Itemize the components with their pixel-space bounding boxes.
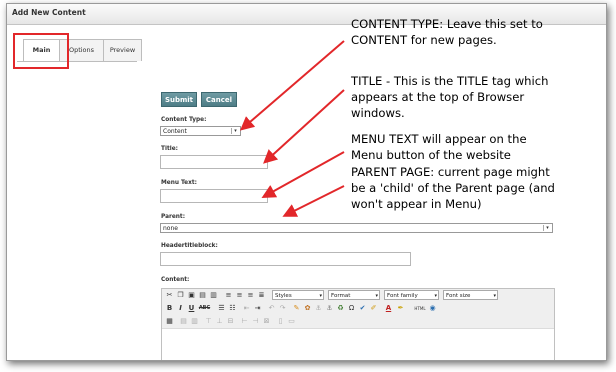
media-icon[interactable]: ♻ bbox=[336, 304, 345, 313]
main-tab-highlight-box bbox=[13, 33, 69, 69]
html-source-icon[interactable]: HTML bbox=[414, 304, 426, 313]
annotation-line: CONTENT for new pages. bbox=[351, 33, 497, 47]
font-size-dropdown[interactable]: Font size ▾ bbox=[443, 290, 498, 300]
chevron-down-icon: ▾ bbox=[375, 293, 378, 299]
window-title: Add New Content bbox=[12, 8, 86, 17]
outdent-icon[interactable]: ⇤ bbox=[242, 304, 251, 313]
image-icon[interactable]: ✿ bbox=[303, 304, 312, 313]
annotation-line: won't appear in Menu) bbox=[351, 197, 482, 211]
editor-toolbar-row-1: ✂ ❐ ▣ ▤ ▥ ≡ ≡ ≡ ≣ Styles ▾ Format ▾ Font f… bbox=[162, 289, 554, 303]
font-size-dropdown-label: Font size bbox=[446, 293, 471, 299]
annotation-line: be a 'child' of the Parent page (and bbox=[351, 181, 555, 195]
menu-text-input[interactable] bbox=[160, 189, 268, 203]
headertitleblock-input[interactable] bbox=[160, 252, 411, 266]
anchor-icon[interactable]: ⚓ bbox=[325, 304, 334, 313]
chevron-down-icon: ▾ bbox=[434, 293, 437, 299]
content-label: Content: bbox=[161, 277, 190, 283]
format-dropdown-label: Format bbox=[331, 293, 351, 299]
rich-text-editor[interactable]: ✂ ❐ ▣ ▤ ▥ ≡ ≡ ≡ ≣ Styles ▾ Format ▾ Font f… bbox=[161, 288, 555, 360]
title-annotation: TITLE - This is the TITLE tag which appe… bbox=[351, 73, 548, 121]
strikethrough-icon[interactable]: ABC bbox=[198, 304, 211, 313]
indent-icon[interactable]: ⇥ bbox=[253, 304, 262, 313]
content-type-label: Content Type: bbox=[161, 117, 207, 123]
bullet-list-icon[interactable]: ☰ bbox=[217, 304, 226, 313]
annotation-line: MENU TEXT will appear on the bbox=[351, 132, 527, 146]
cut-icon[interactable]: ✂ bbox=[165, 291, 174, 300]
annotation-line: appears at the top of Browser bbox=[351, 90, 525, 104]
parent-select[interactable]: none ▾ bbox=[160, 223, 553, 233]
special-char-icon[interactable]: Ω bbox=[347, 304, 356, 313]
redo-icon[interactable]: ↷ bbox=[278, 304, 287, 313]
chevron-down-icon: ▾ bbox=[543, 225, 551, 231]
annotation-line: TITLE - This is the TITLE tag which bbox=[351, 74, 549, 88]
table-icon[interactable]: ▦ bbox=[165, 317, 174, 326]
editor-toolbar-row-2: B I U ABC ☰ ☷ ⇤ ⇥ ↶ ↷ ✎ ✿ ⚓ ⚓ ♻ Ω ✔ ✐ A … bbox=[162, 302, 554, 316]
text-color-icon[interactable]: A bbox=[384, 304, 393, 313]
row-before-icon[interactable]: ⊤ bbox=[204, 317, 213, 326]
menu-text-label: Menu Text: bbox=[161, 180, 197, 186]
title-label: Title: bbox=[161, 146, 178, 152]
align-right-icon[interactable]: ≡ bbox=[246, 291, 255, 300]
table-cell-props-icon[interactable]: ▥ bbox=[190, 317, 199, 326]
chevron-down-icon: ▾ bbox=[231, 128, 239, 134]
parent-label: Parent: bbox=[161, 214, 186, 220]
align-center-icon[interactable]: ≡ bbox=[235, 291, 244, 300]
parent-value: none bbox=[163, 225, 178, 232]
merge-cells-icon[interactable]: ▭ bbox=[287, 317, 296, 326]
split-cells-icon[interactable]: ▯ bbox=[276, 317, 285, 326]
headertitleblock-label: Headertitleblock: bbox=[161, 243, 218, 249]
unlink-icon[interactable]: ⚓ bbox=[314, 304, 323, 313]
font-family-dropdown[interactable]: Font family ▾ bbox=[384, 290, 439, 300]
format-dropdown[interactable]: Format ▾ bbox=[328, 290, 380, 300]
content-type-value: Content bbox=[163, 128, 187, 135]
paste-text-icon[interactable]: ▤ bbox=[198, 291, 207, 300]
styles-dropdown[interactable]: Styles ▾ bbox=[272, 290, 324, 300]
align-left-icon[interactable]: ≡ bbox=[224, 291, 233, 300]
annotation-line: Menu button of the website bbox=[351, 148, 511, 162]
underline-icon[interactable]: U bbox=[187, 304, 196, 313]
styles-dropdown-label: Styles bbox=[275, 293, 292, 299]
align-justify-icon[interactable]: ≣ bbox=[257, 291, 266, 300]
bold-icon[interactable]: B bbox=[165, 304, 174, 313]
copy-icon[interactable]: ❐ bbox=[176, 291, 185, 300]
paste-icon[interactable]: ▣ bbox=[187, 291, 196, 300]
chevron-down-icon: ▾ bbox=[319, 293, 322, 299]
annotation-line: windows. bbox=[351, 106, 405, 120]
cancel-button[interactable]: Cancel bbox=[201, 92, 237, 107]
delete-col-icon[interactable]: ⊠ bbox=[262, 317, 271, 326]
cleanup-icon[interactable]: ✔ bbox=[358, 304, 367, 313]
annotation-line: CONTENT TYPE: Leave this set to bbox=[351, 17, 543, 31]
delete-row-icon[interactable]: ⊟ bbox=[226, 317, 235, 326]
submit-button[interactable]: Submit bbox=[161, 92, 197, 107]
edit-icon[interactable]: ✐ bbox=[369, 304, 378, 313]
help-icon[interactable]: ◉ bbox=[428, 304, 437, 313]
table-row-props-icon[interactable]: ▤ bbox=[179, 317, 188, 326]
link-icon[interactable]: ✎ bbox=[292, 304, 301, 313]
tab-preview[interactable]: Preview bbox=[103, 39, 142, 61]
parent-annotation: PARENT PAGE: current page might be a 'ch… bbox=[351, 164, 555, 212]
paste-word-icon[interactable]: ▥ bbox=[209, 291, 218, 300]
numbered-list-icon[interactable]: ☷ bbox=[228, 304, 237, 313]
col-before-icon[interactable]: ⊢ bbox=[240, 317, 249, 326]
content-type-annotation: CONTENT TYPE: Leave this set to CONTENT … bbox=[351, 16, 543, 48]
italic-icon[interactable]: I bbox=[176, 304, 185, 313]
content-type-select[interactable]: Content ▾ bbox=[160, 126, 241, 136]
editor-toolbar-row-3: ▦ ▤ ▥ ⊤ ⊥ ⊟ ⊢ ⊣ ⊠ ▯ ▭ bbox=[162, 315, 554, 329]
chevron-down-icon: ▾ bbox=[493, 293, 496, 299]
undo-icon[interactable]: ↶ bbox=[267, 304, 276, 313]
font-family-dropdown-label: Font family bbox=[387, 293, 418, 299]
highlight-color-icon[interactable]: ✒ bbox=[396, 304, 405, 313]
col-after-icon[interactable]: ⊣ bbox=[251, 317, 260, 326]
annotation-line: PARENT PAGE: current page might bbox=[351, 165, 550, 179]
menu-text-annotation: MENU TEXT will appear on the Menu button… bbox=[351, 131, 527, 163]
row-after-icon[interactable]: ⊥ bbox=[215, 317, 224, 326]
title-input[interactable] bbox=[160, 155, 268, 169]
